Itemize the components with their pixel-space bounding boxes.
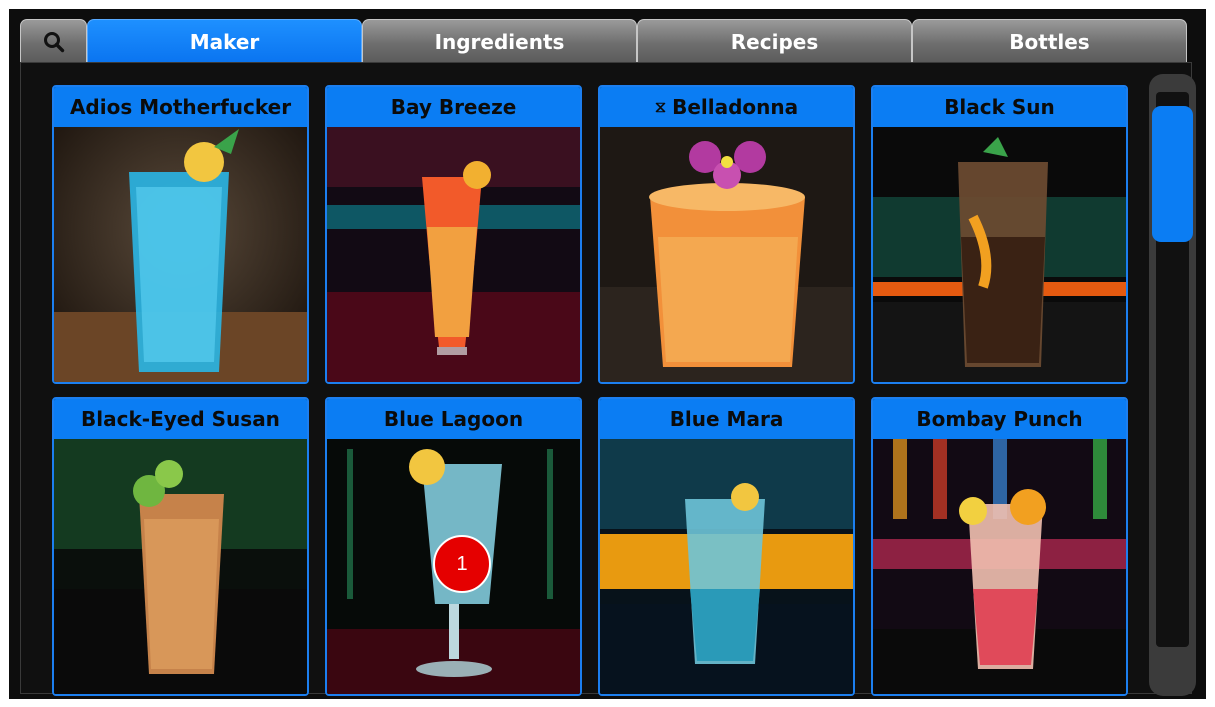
cocktail-name: Belladonna (672, 95, 799, 119)
tab-label: Bottles (1009, 29, 1090, 54)
cocktail-card-bay-breeze[interactable]: Bay Breeze (325, 85, 582, 384)
tab-label: Ingredients (434, 29, 565, 54)
tab-search[interactable] (20, 19, 87, 63)
cocktail-name: Black-Eyed Susan (81, 407, 280, 431)
glass-icon: ⧖ (654, 97, 667, 116)
tab-ingredients[interactable]: Ingredients (362, 19, 637, 63)
cocktail-name: Blue Lagoon (383, 407, 524, 431)
cocktail-maker-app: Maker Ingredients Recipes Bottles Adios … (9, 9, 1206, 699)
cocktail-name: Bay Breeze (390, 95, 517, 119)
cocktail-name: Adios Motherfucker (69, 95, 292, 119)
cocktail-image (873, 439, 1126, 694)
step-marker-label: 1 (456, 552, 468, 575)
scrollbar-thumb[interactable] (1152, 106, 1193, 242)
cocktail-image (54, 439, 307, 694)
tab-maker[interactable]: Maker (87, 19, 362, 63)
scrollbar[interactable] (1149, 74, 1196, 696)
cocktail-image (327, 127, 580, 382)
step-marker: 1 (433, 535, 491, 593)
tab-label: Recipes (730, 29, 819, 54)
cocktail-name: Blue Mara (669, 407, 784, 431)
cocktail-image (54, 127, 307, 382)
cocktail-card-bombay-punch[interactable]: Bombay Punch (871, 397, 1128, 696)
cocktail-grid-panel: Adios Motherfucker Bay Breeze ⧖ Belladon… (20, 62, 1192, 696)
cocktail-image (873, 127, 1126, 382)
tab-label: Maker (189, 29, 260, 54)
cocktail-image (600, 439, 853, 694)
cocktail-card-belladonna[interactable]: ⧖ Belladonna (598, 85, 855, 384)
cocktail-name: Black Sun (944, 95, 1055, 119)
tab-recipes[interactable]: Recipes (637, 19, 912, 63)
tab-bottles[interactable]: Bottles (912, 19, 1187, 63)
cocktail-image (600, 127, 853, 382)
search-icon (43, 31, 64, 52)
cocktail-name: Bombay Punch (916, 407, 1083, 431)
cocktail-card-blue-mara[interactable]: Blue Mara (598, 397, 855, 696)
cocktail-card-black-eyed-susan[interactable]: Black-Eyed Susan (52, 397, 309, 696)
cocktail-card-adios-motherfucker[interactable]: Adios Motherfucker (52, 85, 309, 384)
cocktail-card-black-sun[interactable]: Black Sun (871, 85, 1128, 384)
